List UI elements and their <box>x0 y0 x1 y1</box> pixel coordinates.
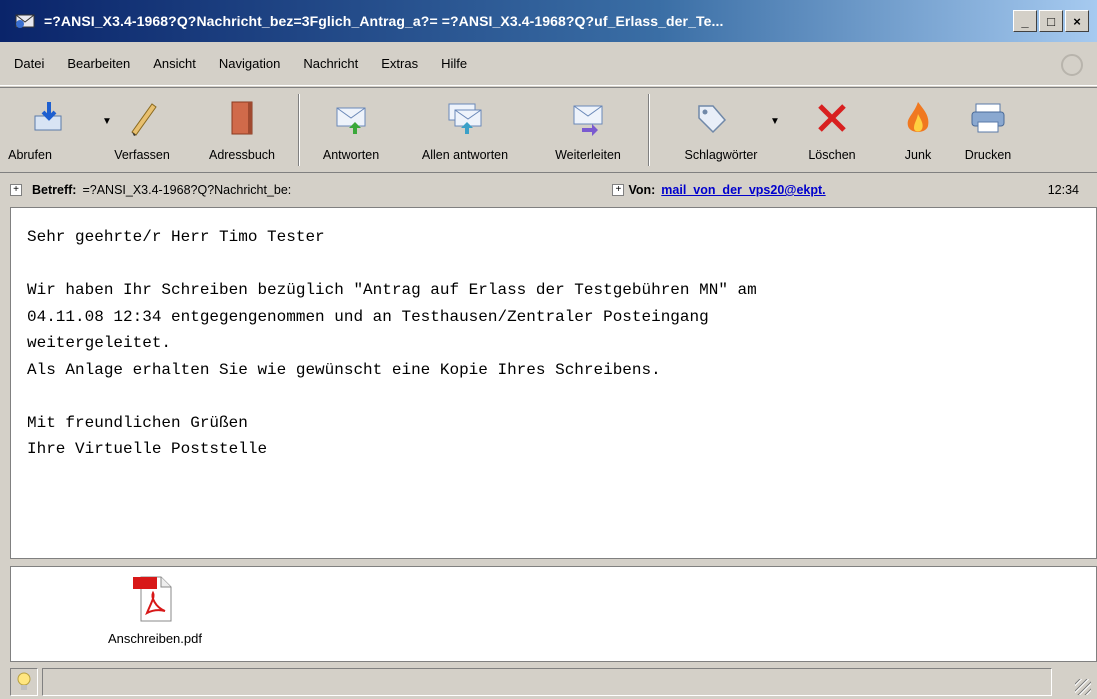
junk-flame-icon <box>898 98 938 138</box>
menu-bearbeiten[interactable]: Bearbeiten <box>67 56 130 71</box>
resize-grip[interactable] <box>1075 679 1091 695</box>
delete-button[interactable]: Löschen <box>786 88 878 172</box>
status-bar <box>10 665 1097 699</box>
window-controls: _ □ × <box>1013 10 1089 32</box>
message-header: + Betreff: =?ANSI_X3.4-1968?Q?Nachricht_… <box>10 175 1095 205</box>
reply-label: Antworten <box>322 148 380 162</box>
attachment-item[interactable]: Anschreiben.pdf <box>85 573 225 646</box>
forward-label: Weiterleiten <box>555 148 621 162</box>
title-bar: =?ANSI_X3.4-1968?Q?Nachricht_bez=3Fglich… <box>0 0 1097 42</box>
menu-datei[interactable]: Datei <box>14 56 44 71</box>
print-label: Drucken <box>964 148 1012 162</box>
pdf-file-icon <box>133 576 172 622</box>
subject-value: =?ANSI_X3.4-1968?Q?Nachricht_be: <box>82 183 292 197</box>
thunderbird-app-icon[interactable] <box>14 10 36 32</box>
menu-ansicht[interactable]: Ansicht <box>153 56 196 71</box>
reply-all-icon <box>445 98 485 138</box>
tag-icon <box>691 98 731 138</box>
attachment-filename: Anschreiben.pdf <box>108 631 202 646</box>
reply-button[interactable]: Antworten <box>306 88 396 172</box>
from-address-link[interactable]: mail_von_der_vps20@ekpt. <box>661 183 825 197</box>
address-book-button[interactable]: Adressbuch <box>192 88 292 172</box>
junk-button[interactable]: Junk <box>878 88 958 172</box>
pencil-icon <box>122 98 162 138</box>
throbber-icon <box>1061 54 1083 76</box>
compose-label: Verfassen <box>114 148 170 162</box>
forward-button[interactable]: Weiterleiten <box>534 88 642 172</box>
menu-hilfe[interactable]: Hilfe <box>441 56 467 71</box>
message-time: 12:34 <box>1047 183 1079 197</box>
minimize-button[interactable]: _ <box>1013 10 1037 32</box>
menu-navigation[interactable]: Navigation <box>219 56 280 71</box>
tags-dropdown-arrow[interactable]: ▼ <box>770 116 780 127</box>
lightbulb-icon <box>10 668 38 696</box>
menu-bar: Datei Bearbeiten Ansicht Navigation Nach… <box>0 42 1097 86</box>
tags-label: Schlagwörter <box>684 148 758 162</box>
message-body[interactable]: Sehr geehrte/r Herr Timo Tester Wir habe… <box>10 207 1097 559</box>
delete-icon <box>812 98 852 138</box>
menu-extras[interactable]: Extras <box>381 56 418 71</box>
junk-label: Junk <box>904 148 932 162</box>
delete-label: Löschen <box>808 148 856 162</box>
expand-header-toggle[interactable]: + <box>10 184 22 196</box>
get-mail-label: Abrufen <box>8 148 52 162</box>
get-mail-icon <box>29 98 69 138</box>
address-book-label: Adressbuch <box>208 148 275 162</box>
reply-icon <box>331 98 371 138</box>
attachment-pane: Anschreiben.pdf <box>10 566 1097 662</box>
tags-button[interactable]: Schlagwörter ▼ <box>656 88 786 172</box>
menu-nachricht[interactable]: Nachricht <box>303 56 358 71</box>
address-book-icon <box>222 98 262 138</box>
forward-icon <box>568 98 608 138</box>
print-icon <box>968 98 1008 138</box>
subject-label: Betreff: <box>32 183 77 197</box>
status-text-pane <box>42 668 1052 696</box>
reply-all-button[interactable]: Allen antworten <box>396 88 534 172</box>
toolbar-separator <box>648 94 650 166</box>
toolbar-separator <box>298 94 300 166</box>
window-title: =?ANSI_X3.4-1968?Q?Nachricht_bez=3Fglich… <box>44 13 724 29</box>
compose-button[interactable]: Verfassen <box>92 88 192 172</box>
get-mail-button[interactable]: Abrufen ▼ <box>6 88 112 172</box>
maximize-button[interactable]: □ <box>1039 10 1063 32</box>
expand-from-toggle[interactable]: + <box>612 184 625 196</box>
close-button[interactable]: × <box>1065 10 1089 32</box>
print-button[interactable]: Drucken <box>958 88 1018 172</box>
reply-all-label: Allen antworten <box>421 148 509 162</box>
from-label: Von: <box>628 183 656 197</box>
main-toolbar: Abrufen ▼ Verfassen Adressbuch Antworten… <box>0 87 1097 173</box>
